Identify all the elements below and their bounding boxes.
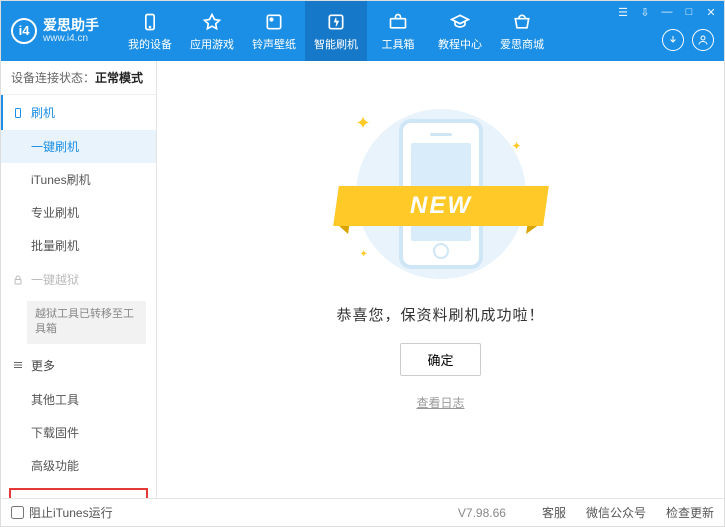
minimize-icon[interactable]: ― bbox=[660, 5, 674, 19]
footer-link-wechat[interactable]: 微信公众号 bbox=[586, 504, 646, 521]
sidebar-item-advanced[interactable]: 高级功能 bbox=[1, 449, 156, 482]
sidebar-item-itunes-flash[interactable]: iTunes刷机 bbox=[1, 163, 156, 196]
nav-apps-games[interactable]: 应用游戏 bbox=[181, 1, 243, 61]
nav-toolbox[interactable]: 工具箱 bbox=[367, 1, 429, 61]
app-subtitle: www.i4.cn bbox=[43, 33, 99, 44]
app-header: i4 爱思助手 www.i4.cn 我的设备 应用游戏 铃声壁纸 智能刷机 bbox=[1, 1, 724, 61]
sidebar-section-flash[interactable]: 刷机 bbox=[1, 95, 156, 130]
device-status: 设备连接状态：正常模式 bbox=[1, 61, 156, 95]
sidebar-item-batch-flash[interactable]: 批量刷机 bbox=[1, 229, 156, 262]
device-icon bbox=[139, 11, 161, 33]
star-icon: ✦ bbox=[360, 249, 368, 260]
app-title: 爱思助手 bbox=[43, 18, 99, 33]
toolbox-icon bbox=[387, 11, 409, 33]
flash-icon bbox=[325, 11, 347, 33]
apps-icon bbox=[201, 11, 223, 33]
wallpaper-icon bbox=[263, 11, 285, 33]
sidebar-section-jailbreak[interactable]: 一键越狱 bbox=[1, 262, 156, 297]
star-icon: ✦ bbox=[356, 113, 371, 134]
sidebar-item-download-firmware[interactable]: 下载固件 bbox=[1, 416, 156, 449]
version-label: V7.98.66 bbox=[458, 506, 506, 520]
sidebar: 设备连接状态：正常模式 刷机 一键刷机 iTunes刷机 专业刷机 批量刷机 一… bbox=[1, 61, 157, 498]
block-itunes-checkbox[interactable] bbox=[11, 506, 24, 519]
star-icon: ✦ bbox=[511, 139, 521, 153]
sidebar-item-other-tools[interactable]: 其他工具 bbox=[1, 383, 156, 416]
flash-options-highlight: 自动激活 跳过向导 bbox=[9, 488, 148, 498]
footer: 阻止iTunes运行 V7.98.66 客服 微信公众号 检查更新 bbox=[1, 498, 724, 526]
success-message: 恭喜您，保资料刷机成功啦！ bbox=[336, 304, 544, 325]
logo: i4 爱思助手 www.i4.cn bbox=[11, 18, 99, 44]
user-button[interactable] bbox=[692, 29, 714, 51]
tutorial-icon bbox=[449, 11, 471, 33]
download-button[interactable] bbox=[662, 29, 684, 51]
block-itunes-label: 阻止iTunes运行 bbox=[29, 504, 113, 521]
footer-link-update[interactable]: 检查更新 bbox=[666, 504, 714, 521]
lock-icon bbox=[11, 273, 25, 287]
nav-store[interactable]: 爱思商城 bbox=[491, 1, 553, 61]
sidebar-section-more[interactable]: 更多 bbox=[1, 348, 156, 383]
nav-my-device[interactable]: 我的设备 bbox=[119, 1, 181, 61]
nav-smart-flash[interactable]: 智能刷机 bbox=[305, 1, 367, 61]
success-illustration: NEW ✦ ✦ ✦ bbox=[326, 101, 556, 286]
sidebar-item-onekey-flash[interactable]: 一键刷机 bbox=[1, 130, 156, 163]
new-banner: NEW bbox=[333, 186, 549, 226]
phone-icon bbox=[11, 106, 25, 120]
lock-icon[interactable]: ⇩ bbox=[638, 5, 652, 19]
nav-ringtone-wallpaper[interactable]: 铃声壁纸 bbox=[243, 1, 305, 61]
more-icon bbox=[11, 358, 25, 372]
skip-guide-checkbox[interactable]: 跳过向导 bbox=[84, 497, 141, 498]
confirm-button[interactable]: 确定 bbox=[400, 343, 480, 376]
jailbreak-note: 越狱工具已转移至工具箱 bbox=[27, 301, 146, 344]
logo-icon: i4 bbox=[11, 18, 37, 44]
sidebar-item-pro-flash[interactable]: 专业刷机 bbox=[1, 196, 156, 229]
menu-icon[interactable]: ☰ bbox=[616, 5, 630, 19]
nav-tutorials[interactable]: 教程中心 bbox=[429, 1, 491, 61]
maximize-icon[interactable]: □ bbox=[682, 5, 696, 19]
store-icon bbox=[511, 11, 533, 33]
close-icon[interactable]: ✕ bbox=[704, 5, 718, 19]
footer-link-support[interactable]: 客服 bbox=[542, 504, 566, 521]
top-nav: 我的设备 应用游戏 铃声壁纸 智能刷机 工具箱 教程中心 bbox=[119, 1, 553, 61]
window-controls: ☰ ⇩ ― □ ✕ bbox=[616, 5, 718, 19]
main-content: NEW ✦ ✦ ✦ 恭喜您，保资料刷机成功啦！ 确定 查看日志 bbox=[157, 61, 724, 498]
view-log-link[interactable]: 查看日志 bbox=[416, 394, 464, 411]
